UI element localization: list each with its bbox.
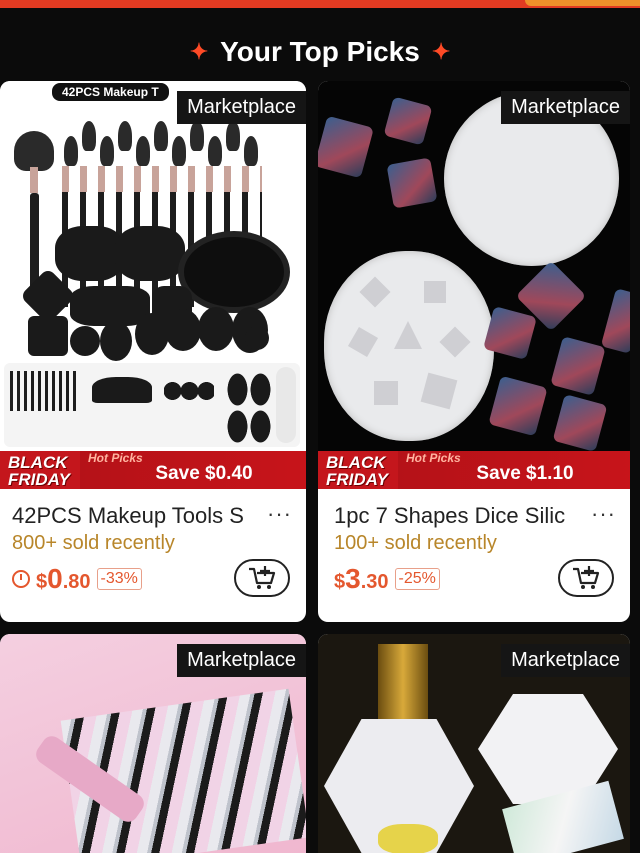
- brush-icon: [190, 121, 204, 151]
- brush-icon: [208, 136, 222, 166]
- brush-icon: [226, 121, 240, 151]
- price-decimal: .30: [360, 571, 389, 593]
- dice-icon: [600, 288, 630, 354]
- dice-icon: [550, 336, 606, 396]
- sponge-icon: [70, 326, 100, 356]
- sponge-icon: [245, 326, 269, 350]
- add-to-cart-button[interactable]: [558, 559, 614, 597]
- save-amount: Hot Picks Save $1.10: [398, 451, 630, 489]
- brush-icon: [172, 136, 186, 166]
- top-strip-notch: [525, 0, 640, 6]
- promo-banner: BLACK FRIDAY Hot Picks Save $1.10: [318, 451, 630, 489]
- brush-icon: [14, 131, 54, 171]
- brush-icon: [64, 136, 78, 166]
- sparkle-icon: ✦: [189, 39, 209, 64]
- brush-icon: [100, 136, 114, 166]
- dice-icon: [552, 394, 608, 452]
- dice-icon: [488, 375, 548, 437]
- product-title[interactable]: 42PCS Makeup Tools S: [12, 503, 292, 529]
- dice-icon: [386, 157, 438, 209]
- clock-icon: [12, 570, 30, 588]
- price-integer: 3: [345, 563, 361, 594]
- product-title[interactable]: 1pc 7 Shapes Dice Silic: [334, 503, 614, 529]
- product-card[interactable]: Marketplace BLACK FRIDAY Hot Picks Save $…: [318, 81, 630, 622]
- product-image[interactable]: Marketplace: [318, 634, 630, 853]
- bowl-icon: [178, 231, 290, 313]
- add-to-cart-button[interactable]: [234, 559, 290, 597]
- product-card[interactable]: Marketplace: [318, 634, 630, 853]
- product-card[interactable]: Marketplace: [0, 634, 306, 853]
- dice-icon: [383, 96, 433, 146]
- brush-icon: [244, 136, 258, 166]
- sponge-icon: [115, 226, 185, 281]
- dice-icon: [318, 115, 374, 179]
- product-image[interactable]: Marketplace BLACK FRIDAY Hot Picks Save $…: [318, 81, 630, 489]
- brush-ferrule: [30, 167, 38, 193]
- product-image[interactable]: Marketplace: [0, 634, 306, 853]
- price-currency: $: [334, 571, 346, 593]
- add-to-cart-icon: [573, 566, 600, 589]
- marketplace-badge: Marketplace: [177, 644, 306, 677]
- brush-icon: [136, 136, 150, 166]
- image-label: 42PCS Makeup T: [52, 83, 169, 101]
- section-title-text: Your Top Picks: [220, 36, 420, 67]
- glitter-icon: [378, 824, 438, 853]
- brush-icon: [154, 121, 168, 151]
- brush-icon: [82, 121, 96, 151]
- marketplace-badge: Marketplace: [177, 91, 306, 124]
- hot-picks-tag: Hot Picks: [88, 451, 143, 465]
- sponge-icon: [135, 313, 169, 355]
- marketplace-badge: Marketplace: [501, 644, 630, 677]
- sponge-icon: [165, 309, 201, 351]
- save-text: Save $1.10: [476, 463, 574, 484]
- triangle-puff-icon: [92, 377, 152, 403]
- price-row: $3.30 -25%: [334, 563, 440, 595]
- product-card[interactable]: 42PCS Makeup T Marketplace BLACK FRIDAY …: [0, 81, 306, 622]
- hot-picks-tag: Hot Picks: [406, 451, 461, 465]
- promo-banner: BLACK FRIDAY Hot Picks Save $0.40: [0, 451, 306, 489]
- swatch-strip: [276, 367, 296, 443]
- discount-badge: -25%: [394, 568, 440, 590]
- brush-set-icon: [10, 371, 80, 411]
- finger-puff-icon: [164, 379, 214, 403]
- price-currency: $: [36, 571, 48, 593]
- more-options-icon[interactable]: ···: [591, 501, 616, 527]
- sponge-icon: [198, 307, 234, 351]
- add-to-cart-icon: [249, 566, 276, 589]
- blender-sponge-icon: [226, 371, 272, 445]
- marketplace-badge: Marketplace: [501, 91, 630, 124]
- price: $0.80: [36, 563, 91, 595]
- discount-badge: -33%: [96, 568, 142, 590]
- product-image[interactable]: 42PCS Makeup T Marketplace BLACK FRIDAY …: [0, 81, 306, 489]
- dice-mold-icon: [324, 251, 494, 441]
- black-friday-label: BLACK FRIDAY: [318, 451, 398, 489]
- save-text: Save $0.40: [155, 463, 253, 484]
- brush-icon: [118, 121, 132, 151]
- sponge-icon: [28, 316, 68, 356]
- section-title: ✦ Your Top Picks ✦: [0, 30, 640, 74]
- save-amount: Hot Picks Save $0.40: [80, 451, 306, 489]
- price-integer: 0: [47, 563, 63, 594]
- sold-count: 100+ sold recently: [334, 532, 497, 554]
- brush-ferrules: [62, 166, 262, 192]
- price-decimal: .80: [62, 571, 91, 593]
- top-strip: [0, 0, 640, 8]
- more-options-icon[interactable]: ···: [267, 501, 292, 527]
- price-row: $0.80 -33%: [12, 563, 142, 595]
- black-friday-label: BLACK FRIDAY: [0, 451, 80, 489]
- image-inset: [4, 363, 300, 447]
- sparkle-icon: ✦: [431, 39, 451, 64]
- price: $3.30: [334, 563, 389, 595]
- sold-count: 800+ sold recently: [12, 532, 175, 554]
- sponge-icon: [100, 321, 132, 361]
